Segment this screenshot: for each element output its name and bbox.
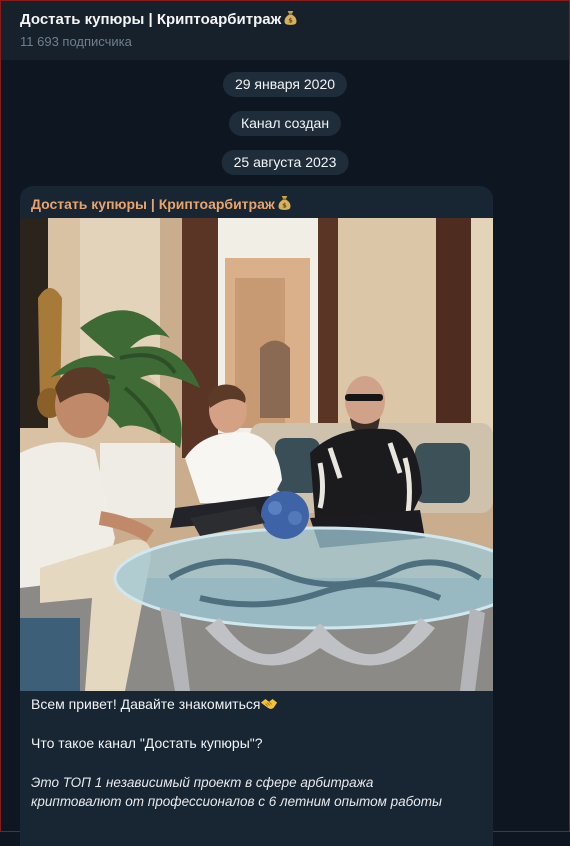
channel-header[interactable]: Достать купюры | Криптоарбитраж $ 11 693… [1, 1, 569, 60]
post-author-text: Достать купюры | Криптоарбитраж [31, 196, 275, 212]
date-pill-first[interactable]: 29 января 2020 [222, 72, 348, 97]
post-greeting-text: Всем привет! Давайте знакомиться [31, 696, 261, 712]
chat-area[interactable]: 29 января 2020 Канал создан 25 августа 2… [1, 60, 569, 846]
subscriber-count: 11 693 подписчика [20, 34, 132, 49]
channel-title-text: Достать купюры | Криптоарбитраж [20, 11, 282, 28]
post-author[interactable]: Достать купюры | Криптоарбитраж $ [31, 194, 292, 214]
handshake-icon [261, 699, 278, 709]
post-greeting: Всем привет! Давайте знакомиться [31, 695, 483, 714]
post-question: Что такое канал "Достать купюры"? [31, 735, 263, 751]
date-pill-second[interactable]: 25 августа 2023 [221, 150, 349, 175]
post-italic-line-2: криптовалют от профессионалов с 6 летним… [31, 794, 442, 809]
channel-post[interactable]: Достать купюры | Криптоарбитраж $ Всем п… [20, 186, 493, 846]
post-text[interactable]: Всем привет! Давайте знакомиться Что так… [31, 695, 483, 811]
money-bag-icon: $ [278, 195, 291, 210]
post-italic-line-1: Это ТОП 1 независимый проект в сфере арб… [31, 775, 374, 790]
channel-title[interactable]: Достать купюры | Криптоарбитраж $ [20, 10, 569, 30]
money-bag-icon: $ [284, 10, 297, 25]
svg-text:$: $ [288, 17, 293, 25]
svg-text:$: $ [282, 202, 287, 210]
service-message: Канал создан [228, 111, 342, 136]
post-photo[interactable] [20, 218, 493, 691]
